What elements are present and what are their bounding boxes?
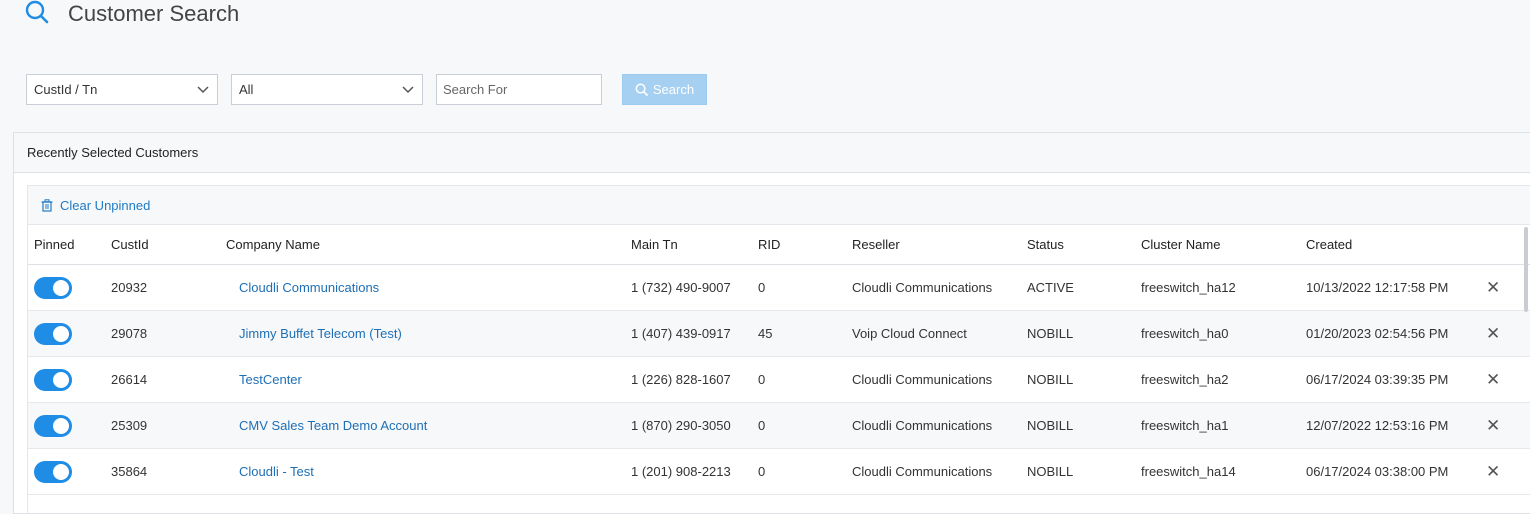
column-header-main-tn[interactable]: Main Tn [631, 225, 758, 265]
created-cell: 10/13/2022 12:17:58 PM [1306, 264, 1486, 311]
main-tn-cell: 1 (226) 828-1607 [631, 356, 758, 403]
cluster-cell: freeswitch_ha2 [1141, 356, 1306, 403]
close-icon[interactable]: ✕ [1486, 462, 1500, 481]
chevron-down-icon [197, 85, 209, 93]
clear-unpinned-label: Clear Unpinned [60, 197, 151, 213]
vertical-scrollbar[interactable] [1524, 227, 1528, 312]
pinned-toggle[interactable] [34, 322, 72, 345]
created-cell: 06/17/2024 03:38:00 PM [1306, 448, 1486, 495]
status-cell: NOBILL [1027, 402, 1141, 449]
main-tn-cell: 1 (201) 908-2213 [631, 448, 758, 495]
status-cell: NOBILL [1027, 310, 1141, 357]
reseller-cell: Voip Cloud Connect [852, 310, 1027, 357]
close-icon[interactable]: ✕ [1486, 278, 1500, 297]
main-tn-cell: 1 (732) 490-9007 [631, 264, 758, 311]
close-icon[interactable]: ✕ [1486, 416, 1500, 435]
search-icon [25, 0, 49, 24]
scope-select-value: All [239, 82, 254, 97]
column-header-cluster-name[interactable]: Cluster Name [1141, 225, 1306, 265]
custid-cell: 35864 [111, 448, 226, 495]
rid-cell: 0 [758, 356, 852, 403]
company-link[interactable]: CMV Sales Team Demo Account [226, 418, 427, 433]
column-header-status[interactable]: Status [1027, 225, 1141, 265]
rid-cell: 45 [758, 310, 852, 357]
table-row[interactable]: 29078 Jimmy Buffet Telecom (Test) 1 (407… [28, 310, 1530, 357]
custid-cell: 26614 [111, 356, 226, 403]
status-cell: ACTIVE [1027, 264, 1141, 311]
reseller-cell: Cloudli Communications [852, 264, 1027, 311]
main-tn-cell: 1 (407) 439-0917 [631, 310, 758, 357]
search-filters: CustId / Tn All Search [26, 74, 707, 105]
column-header-reseller[interactable]: Reseller [852, 225, 1027, 265]
column-header-company-name[interactable]: Company Name [226, 225, 631, 265]
table-row[interactable]: 35864 Cloudli - Test 1 (201) 908-2213 0 … [28, 448, 1530, 495]
column-header-custid[interactable]: CustId [111, 225, 226, 265]
table-header-row: Pinned CustId Company Name Main Tn RID R… [28, 225, 1530, 265]
search-button[interactable]: Search [622, 74, 707, 105]
table-row[interactable]: 25309 CMV Sales Team Demo Account 1 (870… [28, 402, 1530, 449]
panel-title: Recently Selected Customers [14, 133, 1530, 173]
close-icon[interactable]: ✕ [1486, 324, 1500, 343]
field-select[interactable]: CustId / Tn [26, 74, 218, 105]
status-cell: NOBILL [1027, 356, 1141, 403]
search-button-label: Search [652, 82, 695, 97]
rid-cell: 0 [758, 448, 852, 495]
main-tn-cell: 1 (870) 290-3050 [631, 402, 758, 449]
custid-cell: 29078 [111, 310, 226, 357]
page-title: Customer Search [68, 1, 240, 26]
trash-icon [41, 198, 53, 212]
close-icon[interactable]: ✕ [1486, 370, 1500, 389]
field-select-value: CustId / Tn [34, 82, 98, 97]
rid-cell: 0 [758, 264, 852, 311]
cluster-cell: freeswitch_ha0 [1141, 310, 1306, 357]
cluster-cell: freeswitch_ha1 [1141, 402, 1306, 449]
reseller-cell: Cloudli Communications [852, 356, 1027, 403]
created-cell: 12/07/2022 12:53:16 PM [1306, 402, 1486, 449]
company-link[interactable]: TestCenter [226, 372, 302, 387]
table-row[interactable]: 26614 TestCenter 1 (226) 828-1607 0 Clou… [28, 356, 1530, 403]
custid-cell: 20932 [111, 264, 226, 311]
pinned-toggle[interactable] [34, 368, 72, 391]
cluster-cell: freeswitch_ha14 [1141, 448, 1306, 495]
status-cell: NOBILL [1027, 448, 1141, 495]
company-link[interactable]: Cloudli - Test [226, 464, 314, 479]
reseller-cell: Cloudli Communications [852, 448, 1027, 495]
search-icon [635, 83, 648, 96]
table-body: 20932 Cloudli Communications 1 (732) 490… [28, 264, 1530, 495]
pinned-toggle[interactable] [34, 460, 72, 483]
created-cell: 06/17/2024 03:39:35 PM [1306, 356, 1486, 403]
reseller-cell: Cloudli Communications [852, 402, 1027, 449]
recent-customers-panel: Recently Selected Customers Clear Unpinn… [13, 132, 1530, 514]
scope-select[interactable]: All [231, 74, 423, 105]
rid-cell: 0 [758, 402, 852, 449]
customers-table: Pinned CustId Company Name Main Tn RID R… [28, 225, 1530, 495]
chevron-down-icon [402, 85, 414, 93]
page-header: Customer Search [25, 0, 239, 30]
clear-unpinned-button[interactable]: Clear Unpinned [28, 186, 1530, 225]
search-input[interactable] [436, 74, 602, 105]
column-header-rid[interactable]: RID [758, 225, 852, 265]
table-row[interactable]: 20932 Cloudli Communications 1 (732) 490… [28, 264, 1530, 311]
panel-body: Clear Unpinned Pinned CustId Company Nam… [27, 185, 1530, 513]
pinned-toggle[interactable] [34, 414, 72, 437]
pinned-toggle[interactable] [34, 276, 72, 299]
cluster-cell: freeswitch_ha12 [1141, 264, 1306, 311]
custid-cell: 25309 [111, 402, 226, 449]
company-link[interactable]: Jimmy Buffet Telecom (Test) [226, 326, 402, 341]
column-header-created[interactable]: Created [1306, 225, 1486, 265]
company-link[interactable]: Cloudli Communications [226, 280, 379, 295]
created-cell: 01/20/2023 02:54:56 PM [1306, 310, 1486, 357]
column-header-pinned[interactable]: Pinned [28, 225, 111, 265]
